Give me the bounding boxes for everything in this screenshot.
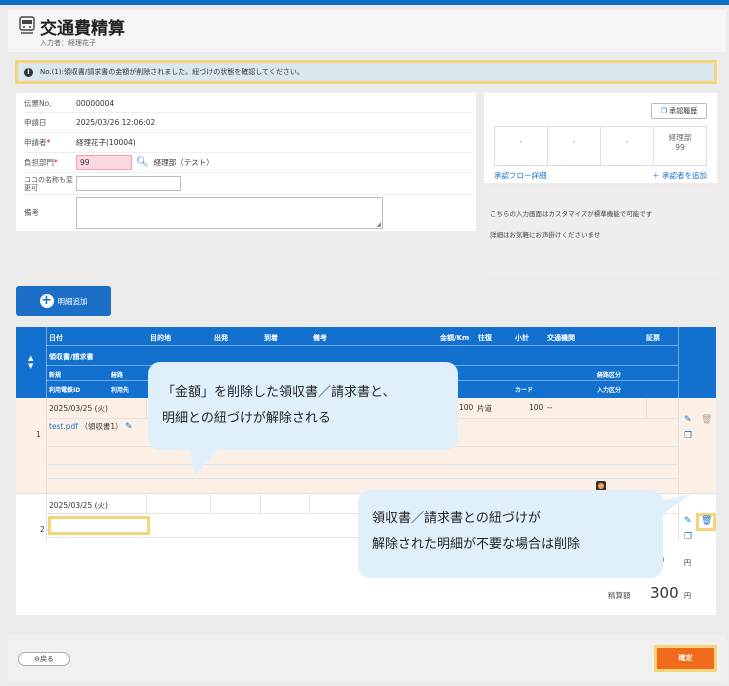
dept-code-input[interactable]: 99 bbox=[76, 155, 132, 170]
col-receipt: 領収書/請求書 bbox=[49, 353, 94, 361]
approver-cell: - bbox=[601, 127, 654, 165]
approver-cell: - bbox=[548, 127, 601, 165]
row-transport: -- bbox=[547, 403, 553, 412]
apply-date-value: 2025/03/26 12:06:02 bbox=[76, 118, 156, 127]
row-number: 2 bbox=[40, 525, 45, 534]
add-approver-link[interactable]: ＋ 承認者を追加 bbox=[652, 170, 707, 181]
resize-handle-icon[interactable]: ◢ bbox=[376, 221, 381, 228]
custom-field-label: ココの名称も変更可 bbox=[24, 175, 73, 192]
row-subtotal: 100 bbox=[529, 403, 544, 412]
currency-unit: 円 bbox=[684, 592, 691, 600]
slip-no-row: 伝票No. 00000004 bbox=[24, 95, 472, 113]
callout-delete: 領収書／請求書との紐づけが 解除された明細が不要な場合は削除 bbox=[358, 490, 663, 578]
notice-line: こちらの入力画面はカスタマイズが標準機能で可能です bbox=[490, 210, 653, 218]
settle-amount: 300 bbox=[650, 584, 679, 602]
col-new: 新規 bbox=[49, 372, 62, 379]
page-subtitle: 入力者：経理花子 bbox=[40, 39, 96, 47]
notice-line: 詳細はお気軽にお声掛けくださいませ bbox=[490, 231, 601, 239]
callout-tail bbox=[190, 448, 220, 476]
remarks-row: 備考 ◢ bbox=[24, 196, 472, 230]
slip-no-label: 伝票No. bbox=[24, 98, 52, 108]
empty-receipt-highlight bbox=[48, 516, 150, 535]
col-trip: 往復 bbox=[478, 334, 492, 342]
edit-link-icon[interactable]: ✎ bbox=[125, 422, 133, 432]
col-commuter-id: 利用電鉄ID bbox=[49, 387, 81, 394]
history-icon: ❐ bbox=[660, 107, 668, 115]
sort-arrows-icon[interactable]: ▲ ▼ bbox=[28, 354, 33, 370]
col-user: 利用先 bbox=[111, 387, 130, 394]
page-header: 交通費精算 入力者：経理花子 bbox=[8, 10, 726, 52]
approver-grid: - - - 経理部 99 bbox=[494, 126, 707, 166]
dept-name: 経理部（テスト） bbox=[153, 158, 214, 167]
apply-date-row: 申請日 2025/03/26 12:06:02 bbox=[24, 113, 472, 133]
slip-no-value: 00000004 bbox=[76, 99, 115, 108]
customize-notice: こちらの入力画面はカスタマイズが標準機能で可能です 詳細はお気軽にお声掛けくださ… bbox=[484, 190, 717, 275]
col-amount: 金額/Km bbox=[440, 334, 470, 342]
col-subtotal: 小計 bbox=[515, 334, 529, 342]
train-icon bbox=[19, 16, 35, 34]
remarks-textarea[interactable]: ◢ bbox=[76, 197, 383, 229]
apply-date-label: 申請日 bbox=[24, 117, 47, 127]
currency-unit: 円 bbox=[684, 559, 691, 567]
col-remarks: 備考 bbox=[313, 334, 327, 342]
edit-icon[interactable]: ✎ bbox=[684, 415, 692, 425]
receipt-file-type: （領収書1） bbox=[80, 422, 123, 431]
col-dest: 目的地 bbox=[150, 334, 171, 342]
callout-tail bbox=[655, 494, 691, 520]
confirm-button[interactable]: 確定 bbox=[654, 645, 717, 672]
row-amount: 100 bbox=[459, 403, 474, 412]
custom-field-row: ココの名称も変更可 bbox=[24, 173, 472, 195]
receipt-file-link[interactable]: test.pdf bbox=[49, 422, 78, 431]
settle-label: 精算額 bbox=[608, 591, 631, 600]
footer-bar: ⊖戻る 確定 bbox=[8, 635, 726, 681]
alert-message: No.(1):領収書/請求書の金額が削除されました。紐づけの状態を確認してくださ… bbox=[40, 68, 304, 76]
col-route: 経路 bbox=[111, 372, 124, 379]
plus-icon: + bbox=[39, 293, 54, 308]
dept-label: 負担部門 bbox=[24, 157, 54, 167]
row-number: 1 bbox=[36, 430, 41, 439]
col-card: カード bbox=[515, 387, 534, 394]
page-title: 交通費精算 bbox=[40, 19, 125, 39]
approver-cell-dept: 経理部 99 bbox=[668, 133, 692, 152]
trash-icon[interactable]: 🗑︎ bbox=[701, 415, 712, 425]
approval-history-button[interactable]: ❐ 承認履歴 bbox=[651, 103, 707, 119]
callout-unlink: 「金額」を削除した領収書／請求書と、 明細との紐づけが解除される bbox=[148, 362, 458, 450]
alert-banner: i No.(1):領収書/請求書の金額が削除されました。紐づけの状態を確認してく… bbox=[15, 60, 717, 84]
approver-cell: - bbox=[495, 127, 548, 165]
col-route-type: 経路区分 bbox=[597, 372, 622, 379]
approval-flow-link[interactable]: 承認フロー詳細 bbox=[494, 170, 547, 181]
remarks-label: 備考 bbox=[24, 208, 39, 217]
row-trip: 片道 bbox=[477, 404, 492, 413]
col-to: 到着 bbox=[264, 334, 278, 342]
col-input-type: 入力区分 bbox=[597, 387, 622, 394]
custom-field-input[interactable] bbox=[76, 176, 181, 191]
row-date: 2025/03/25 (火) bbox=[49, 501, 108, 510]
trash-icon[interactable]: 🗑︎ bbox=[701, 516, 712, 526]
copy-icon[interactable]: ❐ bbox=[684, 431, 692, 441]
form-panel: 伝票No. 00000004 申請日 2025/03/26 12:06:02 申… bbox=[16, 93, 476, 231]
col-date: 日付 bbox=[49, 334, 63, 342]
row-date: 2025/03/25 (火) bbox=[49, 404, 108, 413]
col-from: 出発 bbox=[214, 334, 228, 342]
top-bar bbox=[0, 0, 729, 5]
col-transport: 交通機関 bbox=[547, 334, 575, 342]
approval-panel: ❐ 承認履歴 - - - 経理部 99 承認フロー詳細 ＋ 承認者を追加 bbox=[484, 93, 717, 183]
applicant-value: 経理花子(10004) bbox=[76, 138, 136, 147]
applicant-label: 申請者 bbox=[24, 137, 47, 147]
add-detail-button[interactable]: + 明細追加 bbox=[16, 286, 111, 316]
col-evidence: 証票 bbox=[646, 334, 660, 342]
applicant-row: 申請者* 経理花子(10004) bbox=[24, 133, 472, 153]
back-button[interactable]: ⊖戻る bbox=[18, 652, 70, 666]
info-icon: i bbox=[24, 67, 33, 77]
dept-row: 負担部門* 99 🔍︎ 経理部（テスト） bbox=[24, 153, 472, 173]
search-icon[interactable]: 🔍︎ bbox=[136, 157, 149, 168]
